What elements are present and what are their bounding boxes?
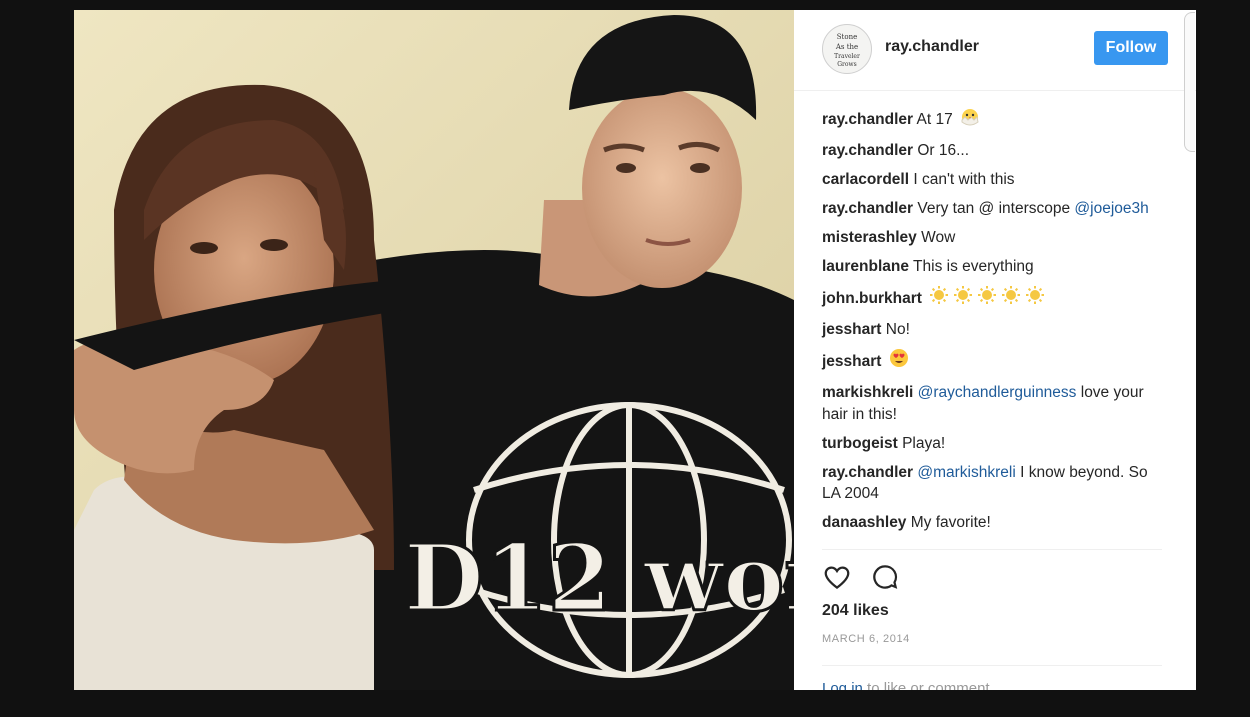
comment-text: This is everything xyxy=(913,258,1034,275)
comment-text: My favorite! xyxy=(910,514,991,531)
comment-username[interactable]: laurenblane xyxy=(822,258,909,275)
comment-item: ray.chandler Or 16... xyxy=(822,140,1162,162)
comment-username[interactable]: carlacordell xyxy=(822,171,909,188)
more-options-button[interactable]: ... xyxy=(1146,682,1159,690)
post-side-panel: Stone As the Traveler Grows ray.chandler… xyxy=(794,10,1196,690)
mention-link[interactable]: @markishkreli xyxy=(917,464,1015,481)
user-avatar[interactable]: Stone As the Traveler Grows xyxy=(822,24,872,74)
comment-text: I can't with this xyxy=(913,171,1015,188)
comment-text: At 17 xyxy=(916,111,957,128)
heart-outline-icon[interactable] xyxy=(822,562,852,592)
divider xyxy=(822,549,1162,550)
likes-count[interactable]: 204 likes xyxy=(822,602,889,620)
comment-list: ray.chandler At 17 ray.chandler Or 16...… xyxy=(822,108,1162,541)
comment-text: No! xyxy=(885,321,910,338)
comment-item: ray.chandler Very tan @ interscope @joej… xyxy=(822,198,1162,220)
comment-text: Very tan @ interscope xyxy=(917,200,1075,217)
post-header: Stone As the Traveler Grows ray.chandler… xyxy=(794,10,1196,91)
comment-username[interactable]: ray.chandler xyxy=(822,111,913,128)
svg-text:Traveler: Traveler xyxy=(834,53,860,60)
divider xyxy=(822,665,1162,666)
login-prompt-text: to like or comment. xyxy=(862,680,994,690)
action-bar xyxy=(822,562,900,592)
post-username[interactable]: ray.chandler xyxy=(885,38,979,56)
comment-username[interactable]: turbogeist xyxy=(822,435,898,452)
heart-eyes-emoji xyxy=(889,348,909,375)
svg-text:Stone: Stone xyxy=(837,33,857,41)
comment-item: danaashley My favorite! xyxy=(822,512,1162,534)
svg-text:As the: As the xyxy=(835,43,858,51)
comment-username[interactable]: markishkreli xyxy=(822,384,913,401)
tshirt-logo-text: D12 world xyxy=(404,524,794,632)
comment-item: carlacordell I can't with this xyxy=(822,169,1162,191)
comment-item: turbogeist Playa! xyxy=(822,433,1162,455)
svg-text:Grows: Grows xyxy=(837,61,857,68)
comment-item: misterashley Wow xyxy=(822,227,1162,249)
comment-item: john.burkhart xyxy=(822,285,1162,312)
comment-item: jesshart No! xyxy=(822,319,1162,341)
hatching-chick-emoji xyxy=(960,108,980,133)
mention-link[interactable]: @joejoe3h xyxy=(1074,200,1148,217)
comment-username[interactable]: ray.chandler xyxy=(822,464,913,481)
comment-username[interactable]: ray.chandler xyxy=(822,142,913,159)
comment-text: Or 16... xyxy=(917,142,970,159)
login-link[interactable]: Log in xyxy=(822,680,863,690)
mention-link[interactable]: @raychandlerguinness xyxy=(918,384,1077,401)
comment-item: markishkreli @raychandlerguinness love y… xyxy=(822,382,1162,425)
photo-illustration: D12 world xyxy=(74,10,794,690)
comment-item: ray.chandler At 17 xyxy=(822,108,1162,133)
post-photo[interactable]: D12 world xyxy=(74,10,794,690)
comment-text: Playa! xyxy=(902,434,946,452)
comment-username[interactable]: danaashley xyxy=(822,514,906,531)
follow-button[interactable]: Follow xyxy=(1094,31,1168,65)
avatar-handwriting: Stone As the Traveler Grows xyxy=(834,33,860,68)
comment-item: laurenblane This is everything xyxy=(822,256,1162,278)
comment-username[interactable]: jesshart xyxy=(822,353,881,370)
comment-username[interactable]: jesshart xyxy=(822,321,881,338)
login-prompt: Log in to like or comment. xyxy=(822,680,994,690)
comment-username[interactable]: john.burkhart xyxy=(822,290,922,307)
comment-item: jesshart xyxy=(822,348,1162,375)
comment-item: ray.chandler @markishkreli I know beyond… xyxy=(822,462,1162,505)
comment-username[interactable]: ray.chandler xyxy=(822,200,913,217)
sun-emoji-row xyxy=(929,285,1049,312)
instagram-embed: D12 world Stone As the xyxy=(74,10,1196,690)
comment-username[interactable]: misterashley xyxy=(822,229,917,246)
comment-text: Wow xyxy=(921,229,956,246)
comment-bubble-icon[interactable] xyxy=(870,562,900,592)
post-date: MARCH 6, 2014 xyxy=(822,633,910,645)
scrollbar[interactable] xyxy=(1184,12,1195,152)
